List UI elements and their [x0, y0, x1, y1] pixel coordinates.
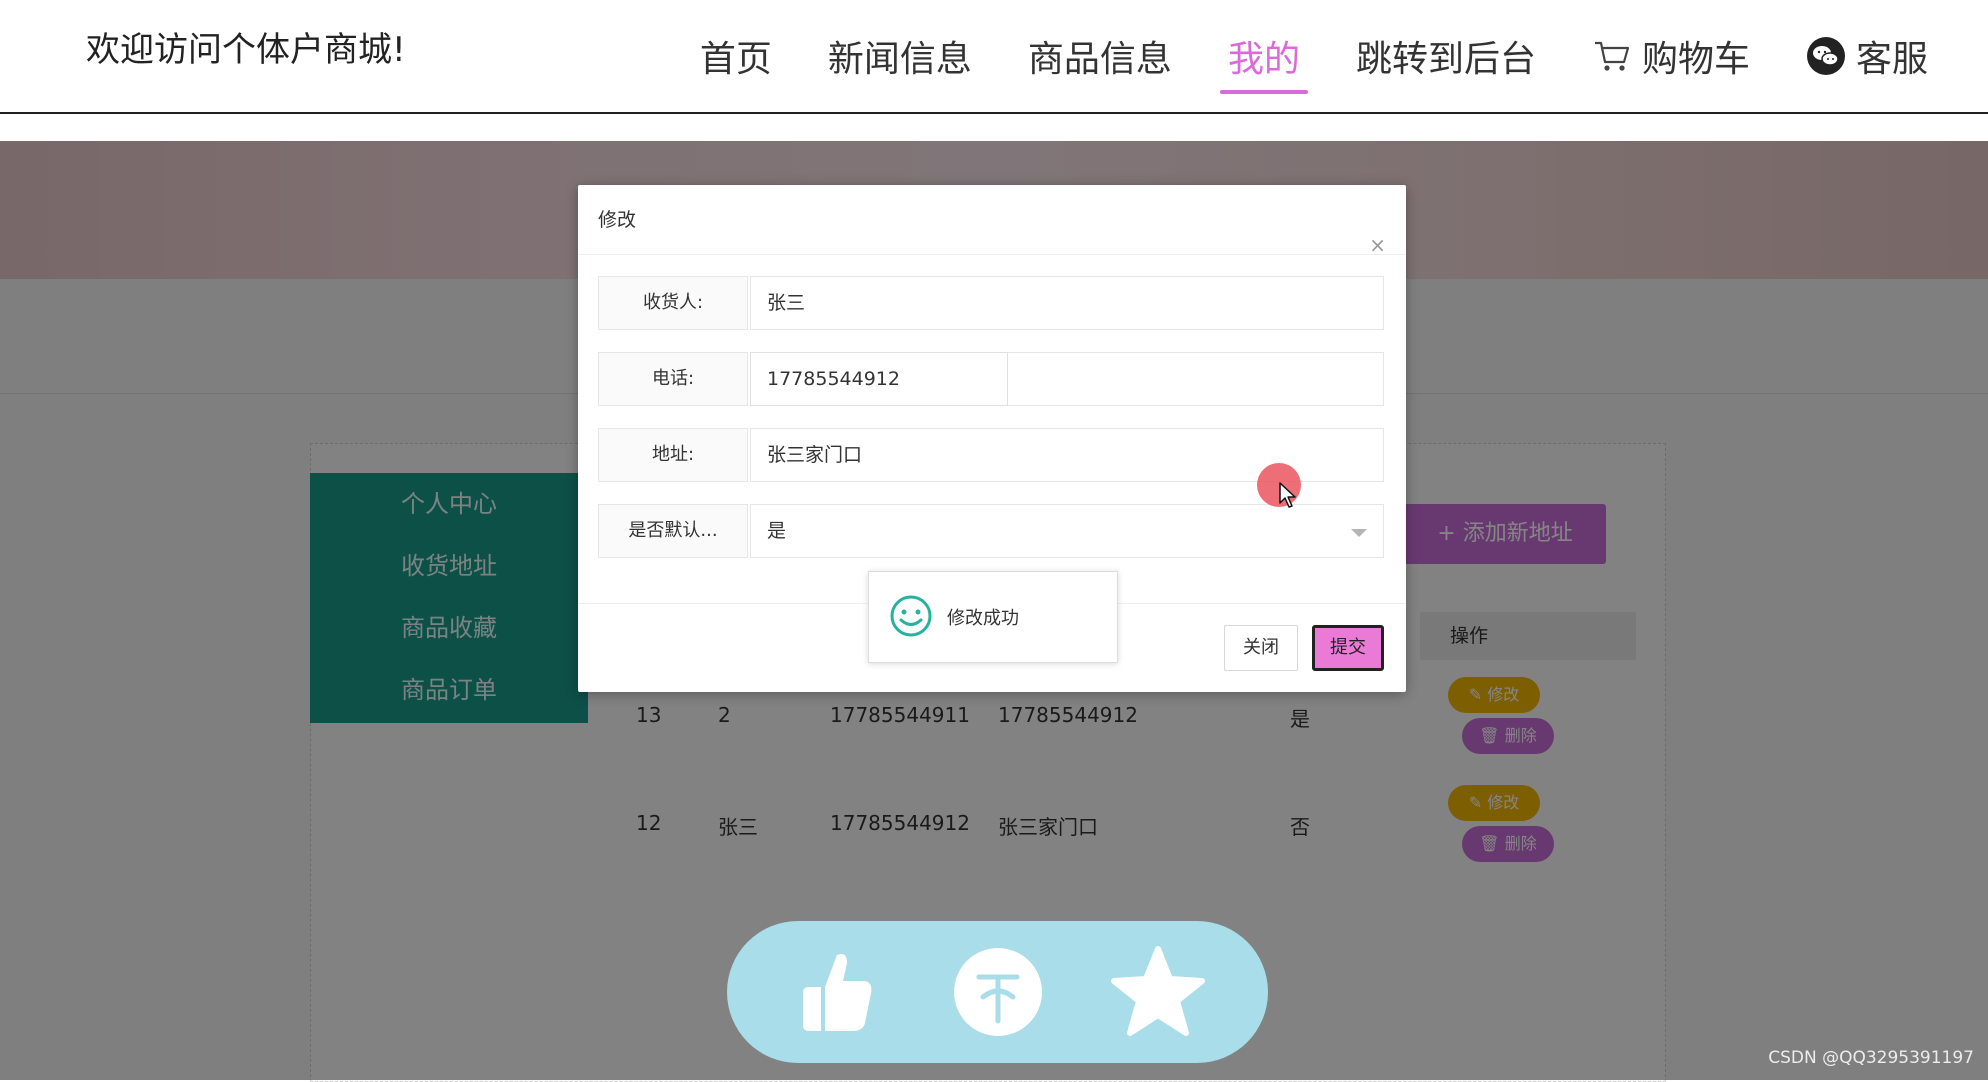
- default-select-value: 是: [767, 520, 787, 542]
- default-row: 是否默认... 是: [598, 504, 1384, 558]
- watermark: CSDN @QQ3295391197: [1768, 1048, 1974, 1068]
- recipient-input[interactable]: 张三: [750, 276, 1384, 330]
- chevron-down-icon: [1351, 529, 1367, 537]
- site-title: 欢迎访问个体户商城!: [86, 30, 406, 70]
- nav-cart[interactable]: 购物车: [1592, 30, 1750, 82]
- main-nav: 首页 新闻信息 商品信息 我的 跳转到后台 购物车 客服: [644, 30, 1928, 94]
- nav-label: 新闻信息: [827, 39, 972, 80]
- site-header: 欢迎访问个体户商城! 首页 新闻信息 商品信息 我的 跳转到后台 购物车 客服: [0, 0, 1988, 114]
- nav-news[interactable]: 新闻信息: [828, 30, 972, 82]
- coin-icon[interactable]: [949, 943, 1047, 1041]
- close-button[interactable]: 关闭: [1224, 625, 1298, 671]
- wechat-icon: [1806, 37, 1845, 75]
- recipient-label: 收货人:: [598, 276, 748, 330]
- floating-action-bar: [727, 921, 1268, 1063]
- nav-products[interactable]: 商品信息: [1028, 30, 1172, 82]
- nav-label: 客服: [1855, 39, 1928, 80]
- phone-row: 电话: 17785544912: [598, 352, 1384, 406]
- default-label: 是否默认...: [598, 504, 748, 558]
- phone-label: 电话:: [598, 352, 748, 406]
- address-label: 地址:: [598, 428, 748, 482]
- nav-service[interactable]: 客服: [1806, 30, 1928, 82]
- nav-label: 购物车: [1641, 39, 1750, 80]
- nav-label: 跳转到后台: [1355, 39, 1536, 80]
- divider: [578, 254, 1406, 255]
- success-toast: 修改成功: [868, 571, 1118, 663]
- toast-message: 修改成功: [947, 608, 1019, 629]
- recipient-row: 收货人: 张三: [598, 276, 1384, 330]
- cursor-icon: [1279, 482, 1296, 508]
- thumbs-up-icon[interactable]: [787, 943, 885, 1041]
- default-select[interactable]: 是: [750, 504, 1384, 558]
- smile-icon: [890, 595, 932, 637]
- cart-icon: [1594, 41, 1630, 71]
- star-icon[interactable]: [1109, 943, 1207, 1041]
- dialog-title: 修改: [598, 209, 637, 231]
- nav-mine[interactable]: 我的: [1219, 30, 1308, 94]
- nav-backend[interactable]: 跳转到后台: [1356, 30, 1536, 82]
- nav-label: 我的: [1227, 39, 1300, 80]
- submit-button[interactable]: 提交: [1312, 625, 1384, 671]
- nav-label: 商品信息: [1027, 39, 1172, 80]
- nav-label: 首页: [699, 39, 772, 80]
- nav-home[interactable]: 首页: [700, 30, 772, 82]
- phone-input[interactable]: 17785544912: [750, 352, 1008, 406]
